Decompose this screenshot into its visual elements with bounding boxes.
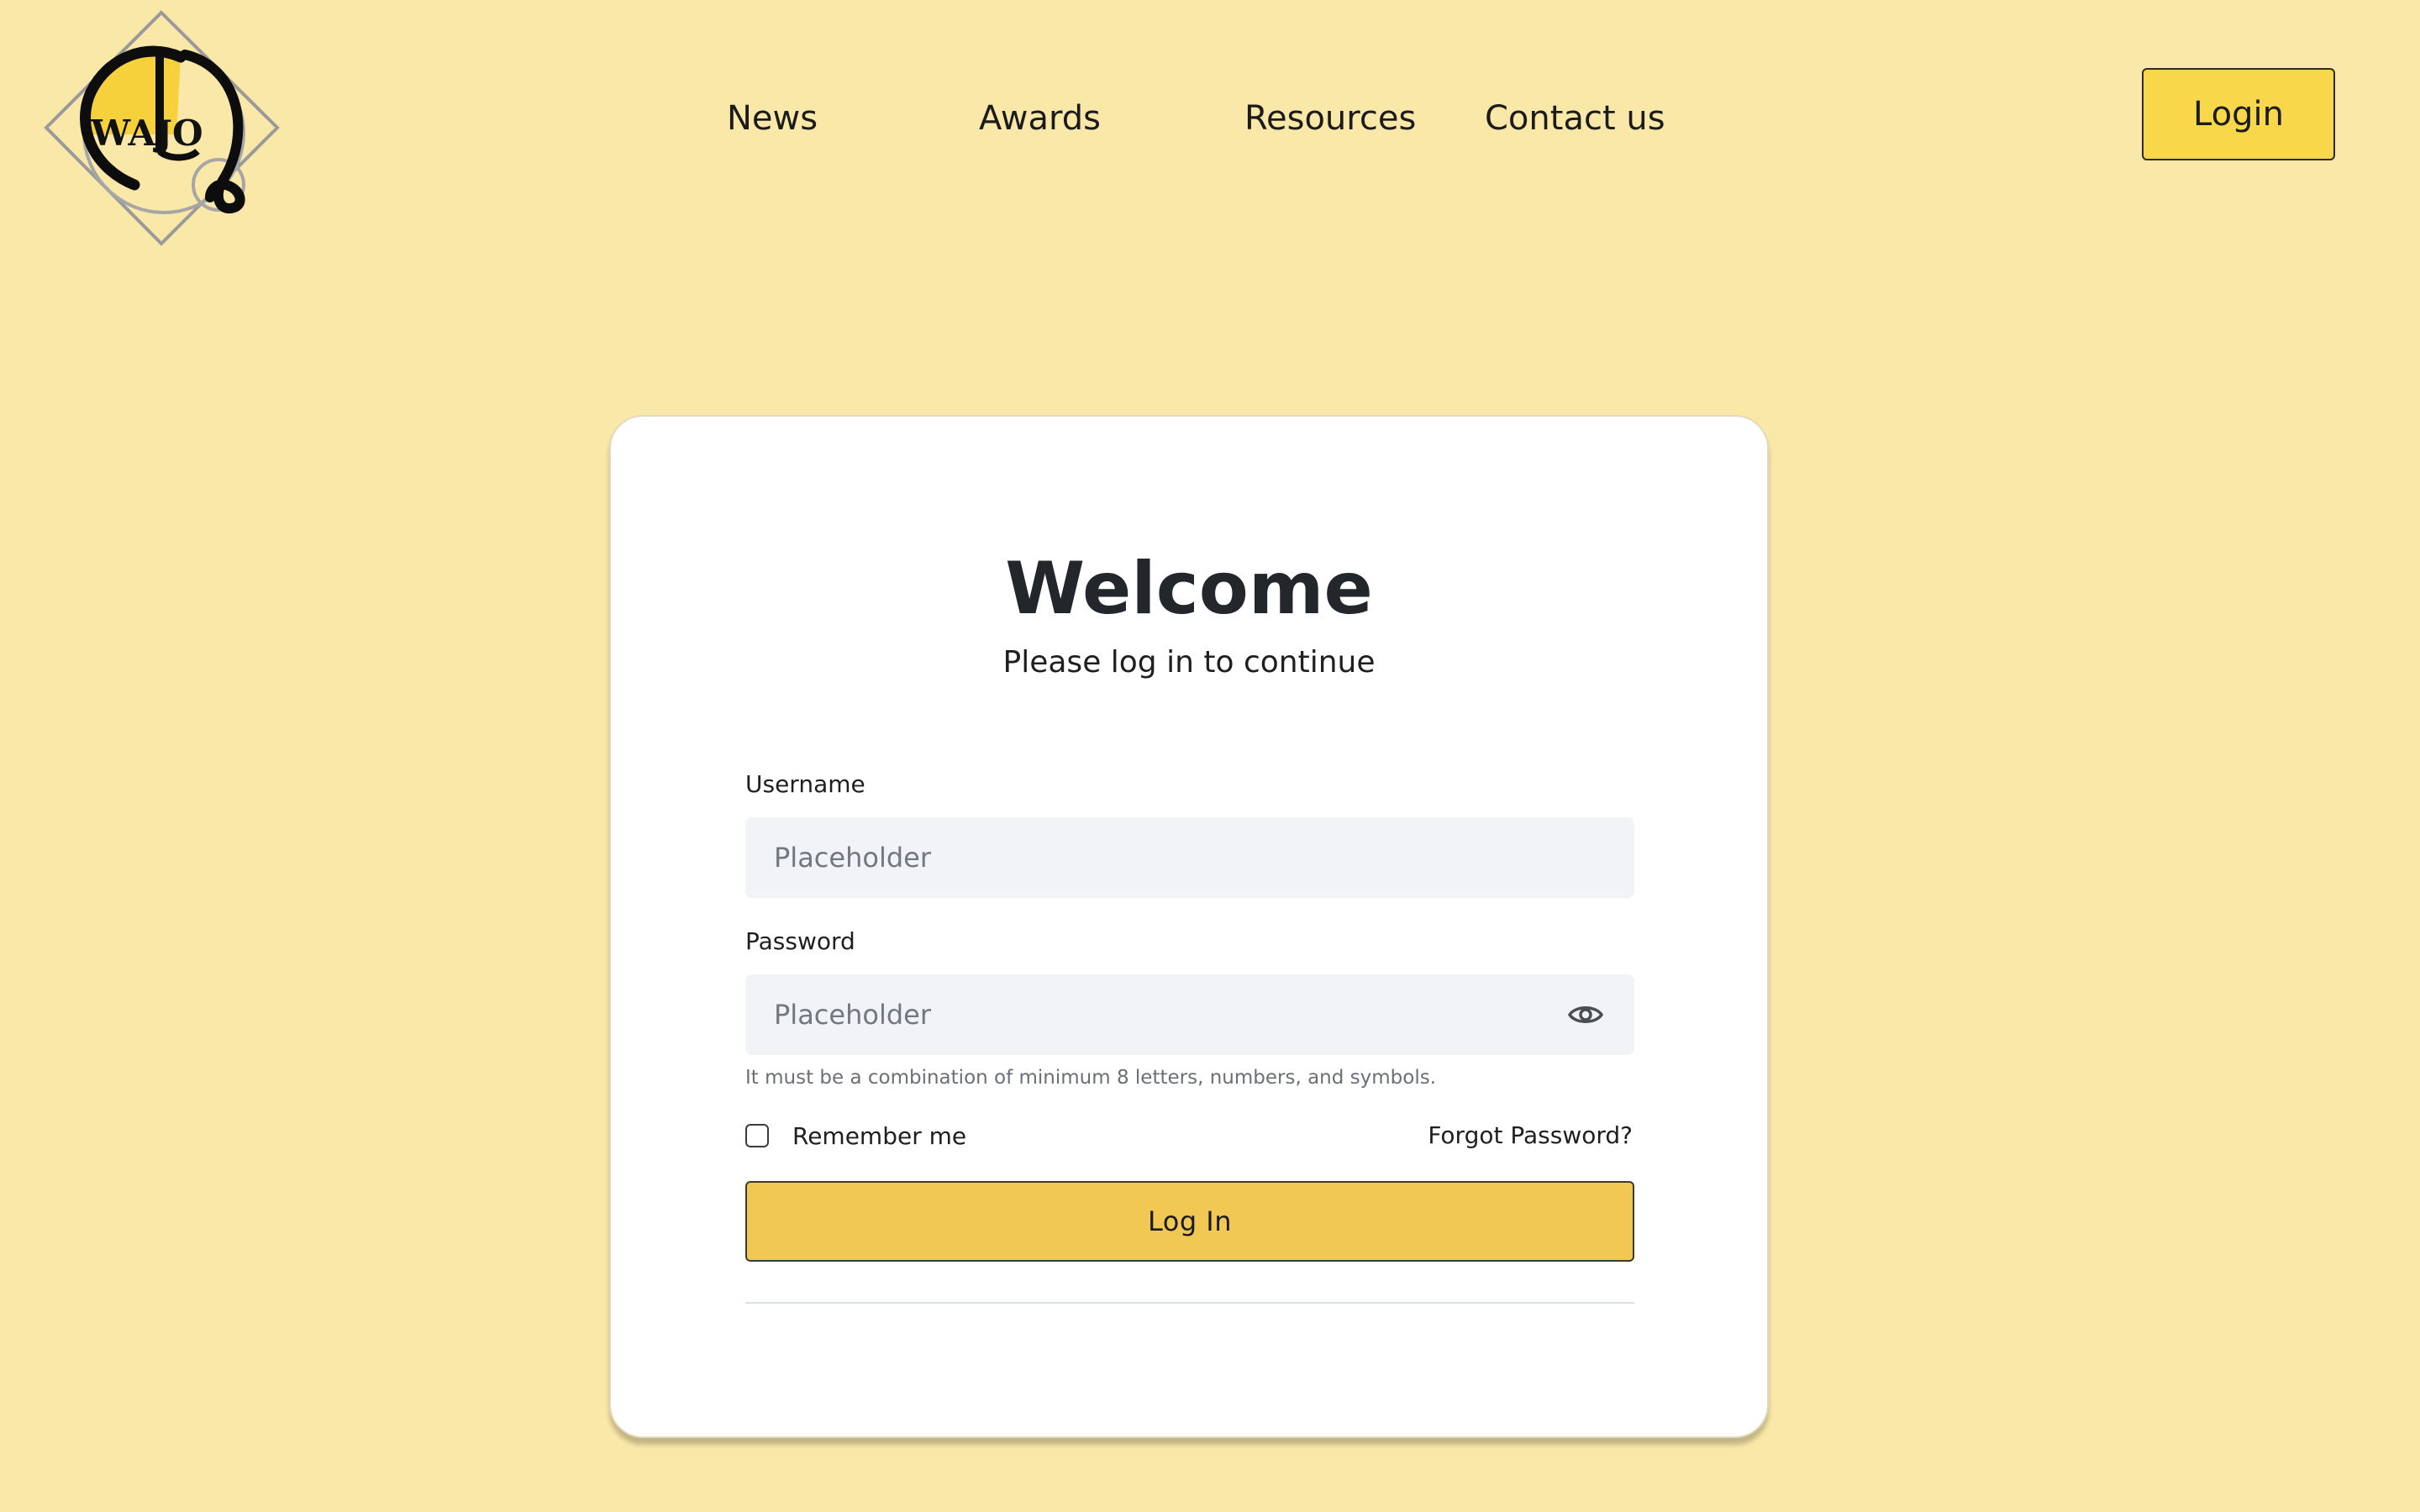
nav-contact-us[interactable]: Contact us — [1485, 95, 1665, 142]
forgot-password-link[interactable]: Forgot Password? — [1428, 1119, 1633, 1152]
username-label: Username — [745, 770, 865, 798]
password-input[interactable] — [745, 974, 1634, 1055]
divider — [745, 1302, 1634, 1304]
logo-text: WAJO — [90, 113, 203, 154]
nav-awards[interactable]: Awards — [979, 95, 1101, 142]
header-login-button[interactable]: Login — [2142, 68, 2335, 160]
password-label: Password — [745, 927, 855, 955]
username-input[interactable] — [745, 817, 1634, 898]
eye-icon[interactable] — [1567, 1000, 1604, 1030]
remember-me-checkbox[interactable]: Remember me — [745, 1119, 966, 1152]
nav-resources[interactable]: Resources — [1244, 95, 1416, 142]
remember-me-label: Remember me — [792, 1121, 967, 1150]
password-hint: It must be a combination of minimum 8 le… — [745, 1067, 1437, 1089]
login-subtitle: Please log in to continue — [1002, 645, 1376, 680]
wajo-logo[interactable]: WAJO — [42, 8, 286, 252]
login-card: Welcome Please log in to continue Userna… — [609, 415, 1769, 1438]
login-title: Welcome — [1005, 547, 1373, 631]
checkbox-box[interactable] — [745, 1124, 769, 1147]
nav-news[interactable]: News — [727, 95, 818, 142]
log-in-button[interactable]: Log In — [745, 1181, 1634, 1262]
logo-icon: WAJO — [44, 10, 280, 246]
